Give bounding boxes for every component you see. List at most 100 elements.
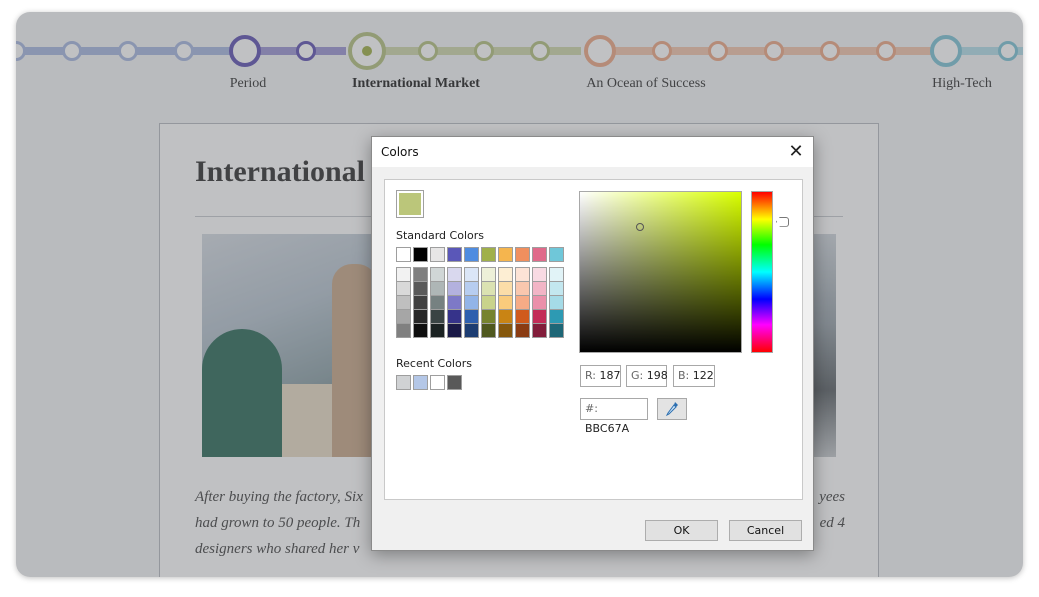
standard-shade-swatch[interactable] — [515, 295, 530, 310]
standard-shade-swatch[interactable] — [464, 309, 479, 324]
eyedropper-button[interactable] — [657, 398, 687, 420]
standard-shade-swatch[interactable] — [447, 323, 462, 338]
standard-shade-swatch[interactable] — [549, 281, 564, 296]
timeline-node[interactable] — [16, 41, 26, 61]
standard-shade-swatch[interactable] — [396, 295, 411, 310]
standard-shade-swatch[interactable] — [515, 309, 530, 324]
standard-shade-swatch[interactable] — [447, 295, 462, 310]
standard-color-swatch[interactable] — [532, 247, 547, 262]
standard-shade-swatch[interactable] — [532, 267, 547, 282]
ok-button[interactable]: OK — [645, 520, 718, 541]
standard-shade-swatch[interactable] — [413, 323, 428, 338]
standard-color-swatch[interactable] — [430, 247, 445, 262]
timeline-label-international-market[interactable]: International Market — [352, 76, 480, 92]
saturation-value-square[interactable] — [579, 191, 742, 353]
color-panel: Standard Colors Recent Colors R: 187 G: … — [384, 179, 803, 500]
standard-shade-swatch[interactable] — [430, 267, 445, 282]
standard-shade-swatch[interactable] — [549, 309, 564, 324]
standard-shade-swatch[interactable] — [532, 295, 547, 310]
timeline-node[interactable] — [708, 41, 728, 61]
standard-shade-swatch[interactable] — [464, 267, 479, 282]
timeline-node-international-market[interactable] — [348, 32, 386, 70]
timeline-node[interactable] — [474, 41, 494, 61]
standard-shade-swatch[interactable] — [430, 281, 445, 296]
standard-shade-swatch[interactable] — [464, 295, 479, 310]
standard-shade-swatch[interactable] — [532, 281, 547, 296]
blue-field[interactable]: B: 122 — [673, 365, 715, 387]
hue-slider[interactable] — [751, 191, 773, 353]
timeline-node[interactable] — [296, 41, 316, 61]
standard-shade-swatch[interactable] — [532, 323, 547, 338]
recent-color-swatch[interactable] — [447, 375, 462, 390]
timeline-node[interactable] — [62, 41, 82, 61]
hex-field[interactable]: #: BBC67A — [580, 398, 648, 435]
timeline-label-high-tech[interactable]: High-Tech — [932, 76, 992, 92]
standard-shade-swatch[interactable] — [396, 267, 411, 282]
timeline-node[interactable] — [876, 41, 896, 61]
standard-shade-swatch[interactable] — [430, 295, 445, 310]
cancel-button[interactable]: Cancel — [729, 520, 802, 541]
timeline-node[interactable] — [998, 41, 1018, 61]
standard-shade-swatch[interactable] — [413, 295, 428, 310]
standard-shade-swatch[interactable] — [481, 267, 496, 282]
standard-color-swatch[interactable] — [515, 247, 530, 262]
standard-shade-swatch[interactable] — [515, 323, 530, 338]
timeline-node-high-tech[interactable] — [930, 35, 962, 67]
hue-slider-handle-icon[interactable] — [776, 216, 789, 227]
standard-shade-swatch[interactable] — [498, 309, 513, 324]
standard-color-swatch[interactable] — [413, 247, 428, 262]
standard-shade-swatch[interactable] — [396, 323, 411, 338]
standard-shade-swatch[interactable] — [464, 281, 479, 296]
timeline-node-period[interactable] — [229, 35, 261, 67]
standard-color-swatch[interactable] — [481, 247, 496, 262]
standard-color-swatch[interactable] — [464, 247, 479, 262]
standard-shade-swatch[interactable] — [430, 309, 445, 324]
timeline-node[interactable] — [820, 41, 840, 61]
timeline-label-period[interactable]: Period — [230, 76, 267, 92]
color-picker-handle[interactable] — [635, 223, 644, 232]
standard-color-swatch[interactable] — [498, 247, 513, 262]
standard-shade-swatch[interactable] — [481, 323, 496, 338]
standard-shade-swatch[interactable] — [396, 281, 411, 296]
standard-shade-swatch[interactable] — [481, 309, 496, 324]
standard-shade-swatch[interactable] — [549, 295, 564, 310]
standard-shade-swatch[interactable] — [413, 267, 428, 282]
standard-shade-swatch[interactable] — [498, 295, 513, 310]
standard-shade-swatch[interactable] — [396, 309, 411, 324]
standard-shade-swatch[interactable] — [430, 323, 445, 338]
standard-shade-swatch[interactable] — [515, 281, 530, 296]
standard-color-swatch[interactable] — [447, 247, 462, 262]
standard-shade-swatch[interactable] — [498, 281, 513, 296]
standard-shade-swatch[interactable] — [532, 309, 547, 324]
standard-shade-swatch[interactable] — [481, 295, 496, 310]
standard-shade-swatch[interactable] — [464, 323, 479, 338]
recent-color-swatch[interactable] — [396, 375, 411, 390]
standard-shade-swatch[interactable] — [413, 281, 428, 296]
standard-shade-swatch[interactable] — [549, 267, 564, 282]
standard-color-swatch[interactable] — [396, 247, 411, 262]
timeline-node-ocean-of-success[interactable] — [584, 35, 616, 67]
timeline-node[interactable] — [652, 41, 672, 61]
recent-color-swatch[interactable] — [413, 375, 428, 390]
timeline-node[interactable] — [118, 41, 138, 61]
dialog-title-bar[interactable]: Colors ✕ — [372, 137, 813, 167]
recent-color-swatch[interactable] — [430, 375, 445, 390]
standard-shade-swatch[interactable] — [481, 281, 496, 296]
standard-shade-swatch[interactable] — [447, 309, 462, 324]
timeline-node[interactable] — [764, 41, 784, 61]
standard-color-swatch[interactable] — [549, 247, 564, 262]
standard-shade-swatch[interactable] — [498, 267, 513, 282]
standard-shade-swatch[interactable] — [447, 281, 462, 296]
timeline-node[interactable] — [530, 41, 550, 61]
timeline-node[interactable] — [418, 41, 438, 61]
close-icon[interactable]: ✕ — [785, 141, 807, 163]
red-field[interactable]: R: 187 — [580, 365, 621, 387]
green-field[interactable]: G: 198 — [626, 365, 668, 387]
standard-shade-swatch[interactable] — [515, 267, 530, 282]
timeline-node[interactable] — [174, 41, 194, 61]
timeline-label-ocean-of-success[interactable]: An Ocean of Success — [586, 76, 705, 92]
standard-shade-swatch[interactable] — [413, 309, 428, 324]
standard-shade-swatch[interactable] — [447, 267, 462, 282]
standard-shade-swatch[interactable] — [549, 323, 564, 338]
standard-shade-swatch[interactable] — [498, 323, 513, 338]
